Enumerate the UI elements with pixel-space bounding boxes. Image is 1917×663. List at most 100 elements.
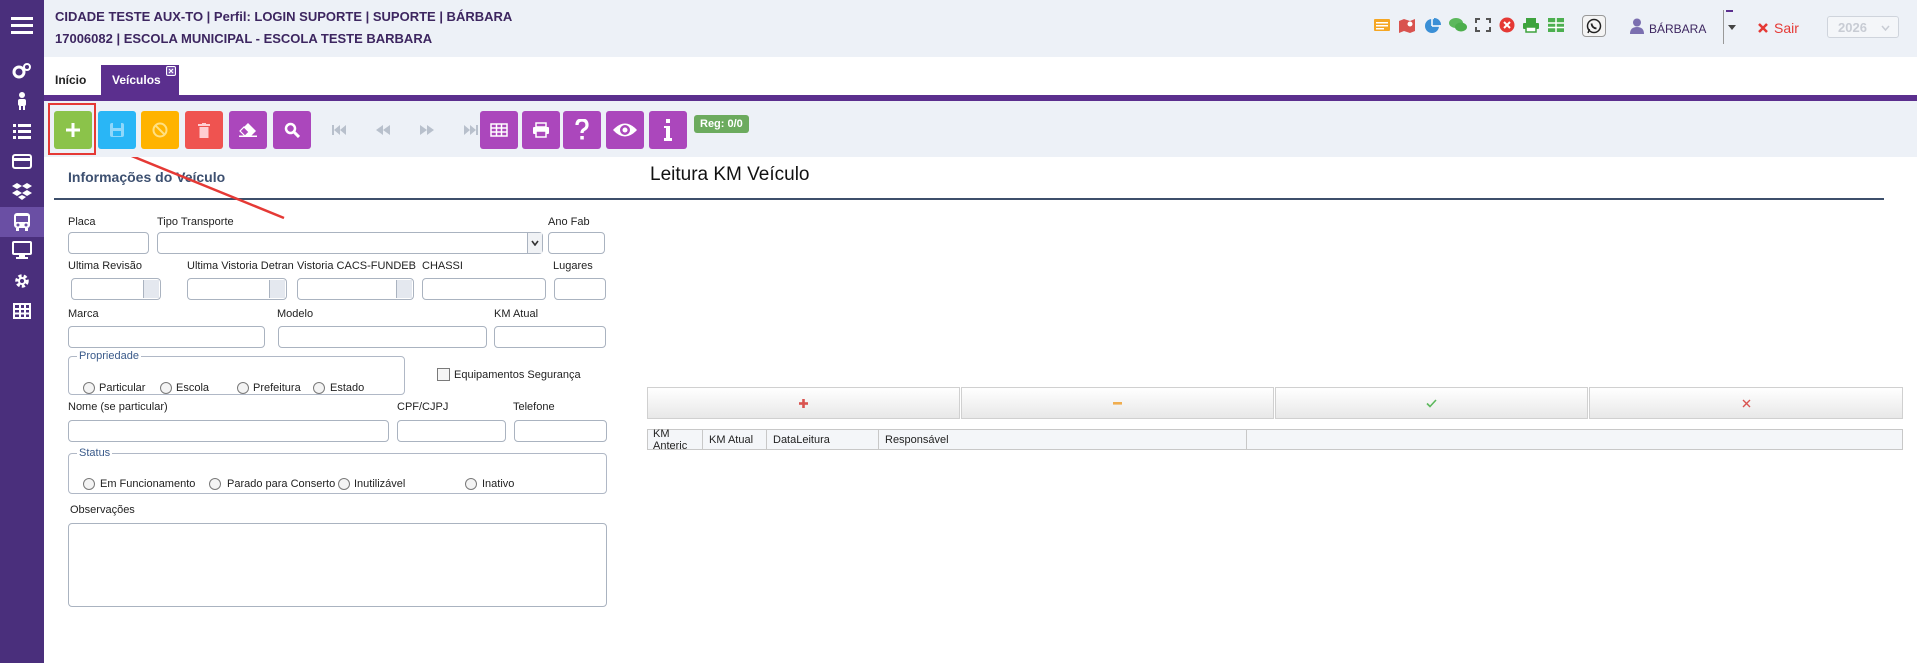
km-col-anterior[interactable]: KM Anteric [647,428,703,452]
clear-button[interactable] [229,111,267,149]
news-icon[interactable] [1373,18,1391,32]
gear-icon[interactable] [11,270,33,292]
spreadsheet-icon[interactable] [1547,17,1565,33]
vistoria-cacs-label: Vistoria CACS-FUNDEB [297,260,416,272]
propriedade-prefeitura-radio[interactable] [237,382,249,394]
km-atual-input[interactable] [494,326,606,348]
close-icon [1742,399,1750,407]
ultima-revisao-input[interactable] [71,278,161,300]
divider-accent [1726,10,1733,12]
close-circle-icon[interactable] [1499,17,1515,33]
record-counter-badge: Reg: 0/0 [694,115,749,133]
printer-icon[interactable] [1522,17,1540,33]
monitor-icon[interactable] [11,239,33,261]
person-icon[interactable] [11,90,33,112]
chat-icon[interactable] [1448,17,1468,33]
search-icon [284,122,300,138]
year-select[interactable]: 2026 [1827,16,1899,38]
gears-icon[interactable] [11,60,33,82]
lugares-input[interactable] [554,278,606,300]
tab-home[interactable]: Início [44,65,97,95]
credit-card-icon[interactable] [11,150,33,172]
app-window: CIDADE TESTE AUX-TO | Perfil: LOGIN SUPO… [0,0,1917,663]
calendar-icon[interactable] [143,280,159,298]
equipamentos-checkbox[interactable] [437,368,450,381]
table-icon[interactable] [11,300,33,322]
save-button[interactable] [98,111,136,149]
user-name[interactable]: BÁRBARA [1649,22,1706,36]
ultima-revisao-label: Ultima Revisão [68,260,142,272]
status-inutilizavel-radio[interactable] [338,478,350,490]
tipo-transporte-dropdown[interactable] [527,233,542,253]
tab-bar: Início Veículos [44,57,1917,95]
print-button[interactable] [522,111,560,149]
km-panel-title: Leitura KM Veículo [650,164,810,185]
km-confirm-button[interactable] [1275,387,1588,419]
pie-chart-icon[interactable] [1424,17,1442,33]
eraser-icon [239,123,257,137]
hamburger-menu-icon[interactable] [11,14,33,36]
question-icon [575,119,589,140]
chassi-input[interactable] [422,278,546,300]
map-icon[interactable] [1398,17,1416,33]
telefone-label: Telefone [513,401,555,413]
chevron-down-icon [531,240,539,246]
propriedade-particular-radio[interactable] [83,382,95,394]
info-button[interactable] [649,111,687,149]
user-dropdown-toggle[interactable] [1725,20,1739,34]
status-inativo-label: Inativo [482,478,515,490]
trash-icon [198,122,210,138]
nome-label: Nome (se particular) [68,401,168,413]
propriedade-estado-radio[interactable] [313,382,325,394]
delete-button[interactable] [185,111,223,149]
first-record-button[interactable] [320,111,358,149]
fullscreen-icon[interactable] [1475,18,1491,32]
calendar-icon[interactable] [269,280,285,298]
whatsapp-icon [1586,18,1602,34]
km-col-data-leitura[interactable]: DataLeitura [767,429,879,450]
view-button[interactable] [606,111,644,149]
search-button[interactable] [273,111,311,149]
previous-record-button[interactable] [364,111,402,149]
status-parado-radio[interactable] [209,478,221,490]
tab-close-button[interactable] [166,66,176,76]
equipamentos-label: Equipamentos Segurança [454,369,581,381]
cancel-button[interactable] [141,111,179,149]
grid-view-button[interactable] [480,111,518,149]
marca-input[interactable] [68,326,265,348]
ultima-vistoria-input[interactable] [187,278,287,300]
next-record-button[interactable] [408,111,446,149]
km-col-atual[interactable]: KM Atual [703,429,767,450]
observacoes-textarea[interactable] [68,523,607,607]
status-em-funcionamento-radio[interactable] [83,478,95,490]
modelo-input[interactable] [278,326,487,348]
cpf-input[interactable] [397,420,506,442]
calendar-icon[interactable] [396,280,412,298]
status-inativo-radio[interactable] [465,478,477,490]
bus-icon [14,213,30,231]
logout-link[interactable]: Sair [1757,20,1799,36]
nome-input[interactable] [68,420,389,442]
km-col-responsavel[interactable]: Responsável [879,429,1247,450]
telefone-input[interactable] [514,420,607,442]
status-em-funcionamento-label: Em Funcionamento [100,478,196,490]
dropbox-icon[interactable] [11,180,33,202]
chevron-down-icon [1881,25,1890,31]
km-add-button[interactable] [647,387,960,419]
list-icon[interactable] [11,120,33,142]
propriedade-escola-radio[interactable] [160,382,172,394]
content-panel: Informações do Veículo Placa Tipo Transp… [44,157,1917,663]
propriedade-prefeitura-label: Prefeitura [253,382,301,394]
backward-icon [376,125,390,135]
ano-fab-input[interactable] [548,232,605,254]
km-remove-button[interactable] [961,387,1274,419]
header: CIDADE TESTE AUX-TO | Perfil: LOGIN SUPO… [44,0,1917,57]
toolbar: Reg: 0/0 [44,101,1917,157]
km-cancel-button[interactable] [1589,387,1903,419]
ano-fab-label: Ano Fab [548,216,590,228]
help-button[interactable] [563,111,601,149]
vistoria-cacs-input[interactable] [297,278,414,300]
whatsapp-button[interactable] [1582,15,1606,37]
ban-icon [152,122,168,138]
sidebar-item-bus[interactable] [0,207,44,237]
